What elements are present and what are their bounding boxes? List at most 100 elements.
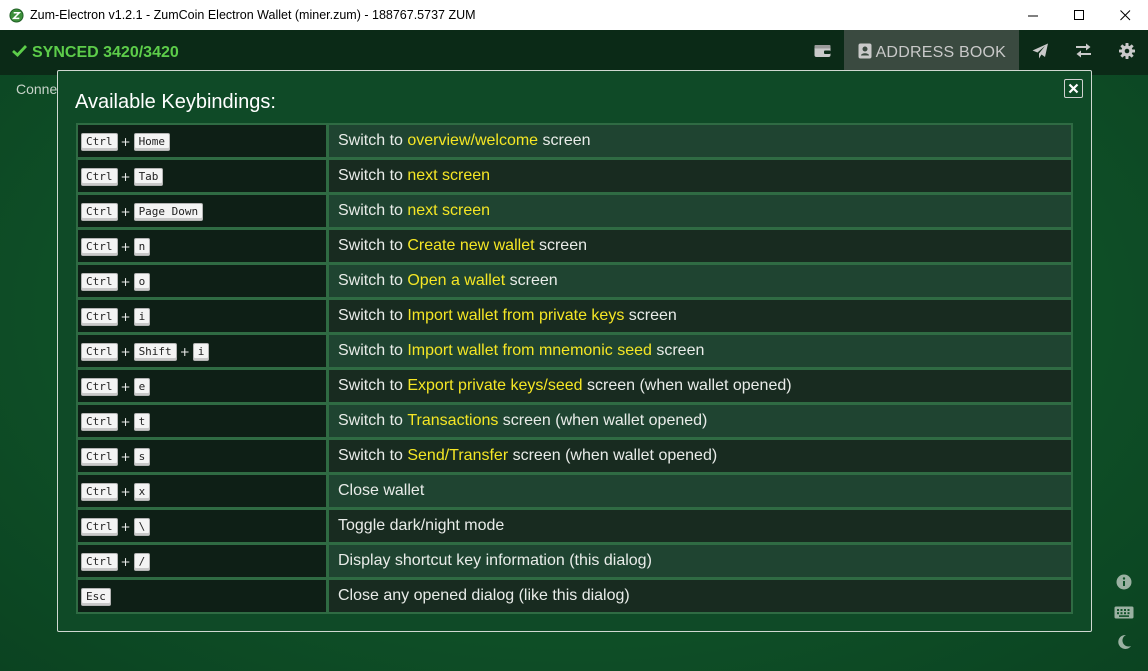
- keybinding-row: Ctrl + x Close wallet: [78, 475, 1071, 507]
- keybinding-row: Ctrl + Shift + i Switch to Import wallet from…: [78, 335, 1071, 367]
- description-suffix: screen (when wallet opened): [508, 447, 718, 464]
- checkmark-icon: [12, 44, 28, 62]
- keybinding-description: Switch to Import wallet from mnemonic se…: [329, 335, 1071, 367]
- nav-settings-button[interactable]: [1105, 30, 1148, 75]
- key-cap: \: [133, 518, 151, 536]
- keybinding-description: Switch to Transactions screen (when wall…: [329, 405, 1071, 437]
- plus-separator: +: [120, 555, 131, 569]
- description-suffix: screen: [505, 272, 558, 289]
- keybinding-row: Ctrl + / Display shortcut key information (…: [78, 545, 1071, 577]
- key-cap: Home: [133, 133, 171, 151]
- description-highlight: Transactions: [407, 412, 499, 429]
- key-cap: i: [133, 308, 151, 326]
- plus-separator: +: [120, 520, 131, 534]
- description-text: Switch to: [338, 377, 408, 394]
- keybindings-table: Ctrl + Home Switch to overview/welcome scre…: [76, 123, 1073, 614]
- keybinding-row: Ctrl + Tab Switch to next screen: [78, 160, 1071, 192]
- keybinding-description: Switch to Open a wallet screen: [329, 265, 1071, 297]
- key-combo: Esc: [78, 580, 326, 612]
- description-text: Switch to: [338, 447, 408, 464]
- nav-transactions-button[interactable]: [1062, 30, 1105, 75]
- plus-separator: +: [120, 310, 131, 324]
- key-cap: Ctrl: [81, 378, 118, 396]
- app-logo-icon: [8, 7, 24, 23]
- plus-separator: +: [120, 415, 131, 429]
- nav-address-book-label: ADDRESS BOOK: [875, 43, 1006, 61]
- plus-separator: +: [120, 240, 131, 254]
- key-cap: Ctrl: [81, 343, 118, 361]
- description-suffix: screen (when wallet opened): [498, 412, 708, 429]
- address-book-icon: [858, 43, 872, 63]
- description-text: Switch to: [338, 412, 408, 429]
- window-title: Zum-Electron v1.2.1 - ZumCoin Electron W…: [30, 8, 476, 22]
- gear-icon: [1118, 42, 1135, 63]
- sync-status-label: SYNCED 3420/3420: [32, 43, 179, 61]
- window-titlebar: Zum-Electron v1.2.1 - ZumCoin Electron W…: [0, 0, 1148, 30]
- nav-address-book-button[interactable]: ADDRESS BOOK: [843, 30, 1019, 75]
- keybinding-description: Toggle dark/night mode: [329, 510, 1071, 542]
- keybinding-description: Switch to Create new wallet screen: [329, 230, 1071, 262]
- plus-separator: +: [120, 485, 131, 499]
- close-icon[interactable]: [1102, 0, 1148, 30]
- description-highlight: next screen: [407, 167, 491, 184]
- keybinding-description: Switch to next screen: [329, 160, 1071, 192]
- description-text: Switch to: [338, 202, 408, 219]
- key-combo: Ctrl + Shift + i: [78, 335, 326, 367]
- keybinding-row: Esc Close any opened dialog (like this di…: [78, 580, 1071, 612]
- maximize-icon[interactable]: [1056, 0, 1102, 30]
- key-cap: n: [133, 238, 151, 256]
- description-suffix: screen: [624, 307, 677, 324]
- key-cap: x: [133, 483, 151, 501]
- wallet-icon: [814, 43, 831, 62]
- key-combo: Ctrl + o: [78, 265, 326, 297]
- key-cap: Ctrl: [81, 308, 118, 326]
- keybinding-row: Ctrl + s Switch to Send/Transfer screen (wh…: [78, 440, 1071, 472]
- plus-separator: +: [120, 275, 131, 289]
- key-cap: Ctrl: [81, 448, 118, 466]
- close-icon: [1068, 79, 1079, 98]
- side-toolbar: [1114, 572, 1134, 652]
- key-combo: Ctrl + s: [78, 440, 326, 472]
- keybinding-description: Switch to Export private keys/seed scree…: [329, 370, 1071, 402]
- description-highlight: Import wallet from private keys: [407, 307, 625, 324]
- key-cap: Ctrl: [81, 133, 118, 151]
- key-cap: Ctrl: [81, 518, 118, 536]
- sync-status: SYNCED 3420/3420: [12, 44, 179, 62]
- plus-separator: +: [120, 345, 131, 359]
- window-controls: [1010, 0, 1148, 30]
- plus-separator: +: [120, 450, 131, 464]
- description-text: Display shortcut key information (this d…: [338, 552, 652, 569]
- key-cap: o: [133, 273, 151, 291]
- description-text: Switch to: [338, 167, 408, 184]
- keybinding-row: Ctrl + Page Down Switch to next screen: [78, 195, 1071, 227]
- moon-icon[interactable]: [1114, 632, 1134, 652]
- key-cap: e: [133, 378, 151, 396]
- key-combo: Ctrl + x: [78, 475, 326, 507]
- dialog-close-button[interactable]: [1064, 79, 1083, 98]
- plus-separator: +: [120, 170, 131, 184]
- minimize-icon[interactable]: [1010, 0, 1056, 30]
- description-highlight: Open a wallet: [407, 272, 506, 289]
- key-cap: s: [133, 448, 151, 466]
- description-suffix: screen (when wallet opened): [582, 377, 792, 394]
- info-icon[interactable]: [1114, 572, 1134, 592]
- keyboard-icon[interactable]: [1114, 602, 1134, 622]
- key-combo: Ctrl + /: [78, 545, 326, 577]
- key-cap: i: [192, 343, 210, 361]
- connection-status-text: Conne: [16, 81, 58, 97]
- key-combo: Ctrl + n: [78, 230, 326, 262]
- key-combo: Ctrl + Tab: [78, 160, 326, 192]
- app-header: SYNCED 3420/3420 ADDRESS BOOK: [0, 30, 1148, 75]
- key-combo: Ctrl + Page Down: [78, 195, 326, 227]
- key-cap: Esc: [81, 588, 111, 606]
- key-cap: Ctrl: [81, 553, 118, 571]
- plus-separator: +: [120, 380, 131, 394]
- keybinding-row: Ctrl + n Switch to Create new wallet screen: [78, 230, 1071, 262]
- description-text: Toggle dark/night mode: [338, 517, 505, 534]
- nav-wallet-button[interactable]: [801, 30, 844, 75]
- nav-send-button[interactable]: [1019, 30, 1062, 75]
- description-text: Close wallet: [338, 482, 425, 499]
- key-cap: Ctrl: [81, 413, 118, 431]
- key-cap: Ctrl: [81, 483, 118, 501]
- main-nav: ADDRESS BOOK: [801, 30, 1148, 75]
